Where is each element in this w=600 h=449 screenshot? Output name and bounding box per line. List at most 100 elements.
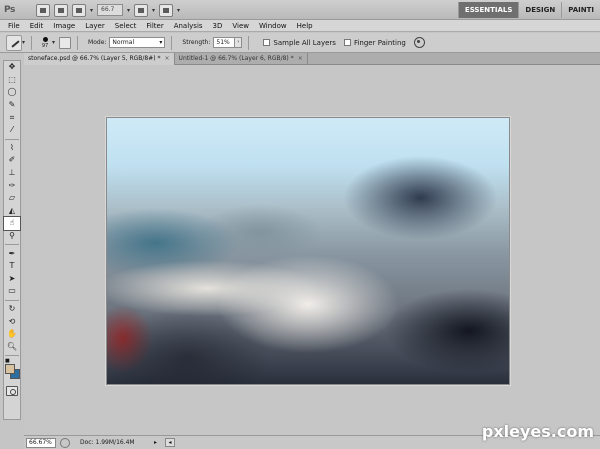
menu-help[interactable]: Help <box>297 22 313 30</box>
checkbox-box[interactable] <box>263 39 271 46</box>
strength-input[interactable]: 51% <box>213 37 236 48</box>
tab-stoneface[interactable]: stoneface.psd @ 66.7% (Layer 5, RGB/8#) … <box>24 53 175 65</box>
zoom-percentage-field[interactable]: 66.67% <box>26 437 56 448</box>
smudge-tool[interactable]: ☝ <box>3 216 21 231</box>
mini-bridge-icon[interactable] <box>54 3 68 17</box>
menu-3d[interactable]: 3D <box>213 22 223 30</box>
3d-rotate-tool[interactable]: ↻ <box>4 303 20 316</box>
divider <box>5 299 19 301</box>
crop-tool[interactable]: ⌗ <box>4 111 20 124</box>
3d-orbit-tool[interactable]: ⟲ <box>4 315 20 328</box>
quick-mask-icon[interactable] <box>6 386 18 397</box>
finger-painting-label: Finger Painting <box>353 38 406 47</box>
divider <box>5 138 19 140</box>
smudge-finger-icon: ☝ <box>9 218 15 228</box>
sample-all-layers-label: Sample All Layers <box>273 38 336 47</box>
pen-tool[interactable]: ✒ <box>4 247 20 260</box>
stamp-icon: ⊥ <box>8 168 16 178</box>
spot-healing-tool[interactable]: ⌇ <box>4 142 20 155</box>
marquee-tool[interactable]: ⬚ <box>4 74 20 87</box>
move-tool[interactable]: ✥ <box>4 61 20 74</box>
gradient-tool[interactable]: ◭ <box>4 205 20 218</box>
brush-preset-picker[interactable]: 97 <box>38 36 52 49</box>
scroll-left-button[interactable]: ◂ <box>165 438 176 447</box>
history-brush-tool[interactable]: ✑ <box>4 179 20 192</box>
menu-analysis[interactable]: Analysis <box>174 22 203 30</box>
lasso-tool[interactable]: ◯ <box>4 86 20 99</box>
info-icon <box>60 437 70 448</box>
foreground-color-swatch[interactable] <box>5 364 15 375</box>
bridge-icon[interactable] <box>36 3 50 17</box>
pen-icon: ✒ <box>8 248 16 258</box>
strength-label: Strength: <box>182 39 211 46</box>
chevron-down-icon[interactable]: ▾ <box>152 7 155 14</box>
quick-select-tool[interactable]: ✎ <box>4 99 20 112</box>
3d-rotate-icon: ↻ <box>8 303 16 313</box>
hand-tool[interactable]: ✋ <box>4 328 20 341</box>
menu-edit[interactable]: Edit <box>30 22 44 30</box>
menu-filter[interactable]: Filter <box>146 22 163 30</box>
color-swatches: ■ <box>4 358 20 384</box>
workspace-design[interactable]: DESIGN <box>518 2 561 18</box>
arrange-documents-icon[interactable] <box>134 3 149 17</box>
menu-layer[interactable]: Layer <box>85 22 105 30</box>
close-icon[interactable]: × <box>165 53 170 65</box>
eyedropper-tool[interactable]: ⁄ <box>4 124 20 137</box>
menu-bar: File Edit Image Layer Select Filter Anal… <box>0 20 600 32</box>
eraser-icon: ▱ <box>8 193 16 203</box>
sample-all-layers-checkbox[interactable]: Sample All Layers <box>263 39 336 47</box>
clone-stamp-tool[interactable]: ⊥ <box>4 167 20 180</box>
chevron-down-icon[interactable]: ▾ <box>52 39 55 46</box>
menu-view[interactable]: View <box>232 22 249 30</box>
brush-panel-toggle-icon[interactable] <box>59 36 72 49</box>
workspace-essentials[interactable]: ESSENTIALS <box>457 2 519 18</box>
document-area: stoneface.psd @ 66.7% (Layer 5, RGB/8#) … <box>24 53 600 435</box>
rectangle-icon: ▭ <box>8 286 16 296</box>
eyedropper-icon: ⁄ <box>11 125 13 135</box>
menu-file[interactable]: File <box>8 22 20 30</box>
lasso-icon: ◯ <box>7 87 17 97</box>
status-menu-arrow-icon[interactable]: ▸ <box>154 439 157 446</box>
magnifier-icon: 🔍︎ <box>6 341 18 351</box>
eraser-tool[interactable]: ▱ <box>4 192 20 205</box>
chevron-down-icon[interactable]: ▾ <box>127 7 130 14</box>
hand-icon: ✋ <box>7 329 17 339</box>
view-extras-icon[interactable] <box>72 3 86 17</box>
workspace-painting[interactable]: PAINTI <box>561 2 600 18</box>
brush-size-value: 97 <box>41 42 49 49</box>
workspace-switcher: ESSENTIALS DESIGN PAINTI <box>457 2 600 18</box>
divider <box>31 35 33 50</box>
screen-mode-icon[interactable] <box>159 3 174 17</box>
close-icon[interactable]: × <box>298 53 303 65</box>
path-select-tool[interactable]: ➤ <box>4 273 20 286</box>
tool-preset-picker[interactable] <box>6 34 22 51</box>
brush-tool[interactable]: ✐ <box>4 154 20 167</box>
application-bar: Ps ▾ 66.7 ▾ ▾ ▾ ESSENTIALS DESIGN PAINTI <box>0 0 600 20</box>
chevron-down-icon[interactable]: ▾ <box>90 7 93 14</box>
mode-select[interactable]: Normal <box>109 37 166 48</box>
move-icon: ✥ <box>8 62 16 72</box>
crop-icon: ⌗ <box>9 112 15 122</box>
menu-select[interactable]: Select <box>115 22 137 30</box>
tab-untitled-1[interactable]: Untitled-1 @ 66.7% (Layer 6, RGB/8) * × <box>175 53 308 65</box>
bandage-icon: ⌇ <box>10 142 14 152</box>
finger-painting-checkbox[interactable]: Finger Painting <box>343 38 406 47</box>
chevron-down-icon[interactable]: ▾ <box>22 39 25 46</box>
rectangle-tool[interactable]: ▭ <box>4 285 20 298</box>
divider <box>248 35 250 50</box>
zoom-tool[interactable]: 🔍︎ <box>4 340 20 353</box>
quick-select-icon: ✎ <box>8 100 16 110</box>
menu-image[interactable]: Image <box>53 22 75 30</box>
strength-slider-toggle[interactable]: › <box>235 37 243 48</box>
chevron-down-icon[interactable]: ▾ <box>177 7 180 14</box>
zoom-level-field[interactable]: 66.7 <box>97 4 124 16</box>
type-icon: T <box>9 261 15 271</box>
menu-window[interactable]: Window <box>259 22 287 30</box>
dodge-tool[interactable]: ⚲ <box>4 230 20 243</box>
tablet-pressure-icon[interactable] <box>413 37 425 48</box>
document-canvas[interactable] <box>106 117 510 385</box>
type-tool[interactable]: T <box>4 260 20 273</box>
brush-icon: ✐ <box>8 155 16 165</box>
checkbox-box[interactable] <box>343 39 351 46</box>
document-tabs: stoneface.psd @ 66.7% (Layer 5, RGB/8#) … <box>24 53 600 65</box>
